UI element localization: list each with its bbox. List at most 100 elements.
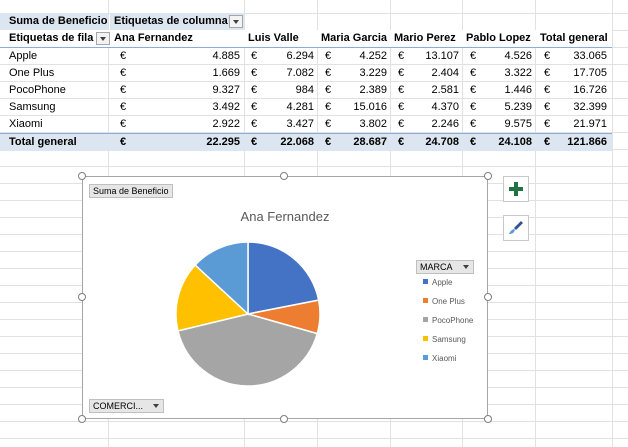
currency-symbol: €	[251, 118, 258, 130]
value-cell[interactable]: 4.252	[359, 48, 387, 65]
value-cell[interactable]: 22.295	[206, 134, 240, 151]
legend-item[interactable]: Samsung	[423, 335, 466, 344]
value-cell[interactable]: 22.068	[280, 134, 314, 151]
currency-symbol: €	[544, 136, 551, 148]
legend-item[interactable]: PocoPhone	[423, 316, 473, 325]
row-filter-dropdown[interactable]	[96, 32, 110, 45]
value-cell[interactable]: 33.065	[573, 48, 607, 65]
resize-handle-right[interactable]	[484, 293, 492, 301]
value-cell[interactable]: 9.575	[504, 116, 532, 133]
value-cell[interactable]: 24.108	[498, 134, 532, 151]
currency-symbol: €	[398, 136, 405, 148]
currency-symbol: €	[325, 136, 332, 148]
value-cell[interactable]: 17.705	[573, 65, 607, 82]
column-header[interactable]: Maria Garcia	[321, 30, 387, 47]
row-label[interactable]: Samsung	[9, 99, 55, 116]
currency-symbol: €	[120, 67, 127, 79]
row-label[interactable]: Xiaomi	[9, 116, 43, 133]
currency-symbol: €	[544, 67, 551, 79]
axis-field-button[interactable]: COMERCI...	[89, 399, 165, 413]
currency-symbol: €	[325, 67, 332, 79]
value-cell[interactable]: 1.446	[504, 82, 532, 99]
value-cell[interactable]: 4.885	[212, 48, 240, 65]
column-header[interactable]: Pablo Lopez	[466, 30, 531, 47]
row-label[interactable]: Apple	[9, 48, 37, 65]
value-cell[interactable]: 5.239	[504, 99, 532, 116]
resize-handle-bottom-right[interactable]	[484, 415, 492, 423]
row-labels-header[interactable]: Etiquetas de fila	[9, 30, 93, 47]
value-cell[interactable]: 32.399	[573, 99, 607, 116]
legend-label: Samsung	[432, 335, 466, 344]
value-cell[interactable]: 3.492	[212, 99, 240, 116]
legend-label: PocoPhone	[432, 316, 474, 325]
value-cell[interactable]: 3.802	[359, 116, 387, 133]
value-cell[interactable]: 121.866	[567, 134, 607, 151]
legend-item[interactable]: Apple	[423, 278, 452, 287]
resize-handle-bottom-left[interactable]	[78, 415, 86, 423]
value-cell[interactable]: 13.107	[425, 48, 459, 65]
row-label[interactable]: Total general	[9, 134, 77, 151]
resize-handle-top-right[interactable]	[484, 172, 492, 180]
resize-handle-top[interactable]	[280, 172, 288, 180]
value-cell[interactable]: 4.281	[286, 99, 314, 116]
value-cell[interactable]: 2.581	[431, 82, 459, 99]
row-label[interactable]: One Plus	[9, 65, 54, 82]
value-cell[interactable]: 2.389	[359, 82, 387, 99]
legend-item[interactable]: One Plus	[423, 297, 465, 306]
value-cell[interactable]: 984	[296, 82, 314, 99]
value-cell[interactable]: 4.526	[504, 48, 532, 65]
pivot-column-header-row: Etiquetas de fila Ana Fernandez Luis Val…	[0, 30, 612, 48]
currency-symbol: €	[251, 101, 258, 113]
chart-styles-button[interactable]	[503, 215, 529, 241]
legend-swatch	[423, 336, 428, 341]
column-filter-dropdown[interactable]	[229, 15, 243, 28]
resize-handle-bottom[interactable]	[280, 415, 288, 423]
value-cell[interactable]: 2.922	[212, 116, 240, 133]
currency-symbol: €	[470, 118, 477, 130]
resize-handle-left[interactable]	[78, 293, 86, 301]
currency-symbol: €	[325, 84, 332, 96]
value-cell[interactable]: 16.726	[573, 82, 607, 99]
currency-symbol: €	[120, 101, 127, 113]
plus-icon	[509, 182, 523, 196]
column-header[interactable]: Mario Perez	[394, 30, 456, 47]
legend-label: One Plus	[432, 297, 465, 306]
legend-label: Apple	[432, 278, 453, 287]
value-cell[interactable]: 3.427	[286, 116, 314, 133]
currency-symbol: €	[470, 67, 477, 79]
value-cell[interactable]: 6.294	[286, 48, 314, 65]
column-header[interactable]: Luis Valle	[248, 30, 299, 47]
value-cell[interactable]: 7.082	[286, 65, 314, 82]
currency-symbol: €	[398, 101, 405, 113]
row-label[interactable]: PocoPhone	[9, 82, 66, 99]
resize-handle-top-left[interactable]	[78, 172, 86, 180]
column-header[interactable]: Ana Fernandez	[114, 30, 193, 47]
value-cell[interactable]: 4.370	[431, 99, 459, 116]
pivot-table: Suma de Beneficio Etiquetas de columna E…	[0, 13, 612, 151]
chart-elements-button[interactable]	[503, 176, 529, 202]
value-field-label[interactable]: Suma de Beneficio	[0, 13, 108, 30]
value-cell[interactable]: 2.246	[431, 116, 459, 133]
table-row: Xiaomi €2.922 €3.427 €3.802 €2.246 €9.575 €21.…	[0, 116, 612, 133]
column-labels-header[interactable]: Etiquetas de columna	[110, 13, 245, 30]
legend-item[interactable]: Xiaomi	[423, 354, 456, 363]
value-cell[interactable]: 24.708	[425, 134, 459, 151]
value-cell[interactable]: 3.322	[504, 65, 532, 82]
value-cell[interactable]: 15.016	[353, 99, 387, 116]
table-row: Apple €4.885 €6.294 €4.252 €13.107 €4.526 €33.…	[0, 48, 612, 65]
table-row: One Plus €1.669 €7.082 €3.229 €2.404 €3.322 €1…	[0, 65, 612, 82]
column-header[interactable]: Total general	[540, 30, 608, 47]
value-cell[interactable]: 1.669	[212, 65, 240, 82]
value-cell[interactable]: 28.687	[353, 134, 387, 151]
currency-symbol: €	[470, 101, 477, 113]
value-cell[interactable]: 9.327	[212, 82, 240, 99]
value-cell[interactable]: 3.229	[359, 65, 387, 82]
pivot-chart[interactable]: Suma de Beneficio Ana Fernandez MARCA Ap…	[82, 176, 488, 419]
table-row: Samsung €3.492 €4.281 €15.016 €4.370 €5.239 €3…	[0, 99, 612, 116]
value-cell[interactable]: 2.404	[431, 65, 459, 82]
legend-field-button[interactable]: MARCA	[416, 260, 474, 274]
currency-symbol: €	[325, 118, 332, 130]
value-cell[interactable]: 21.971	[573, 116, 607, 133]
currency-symbol: €	[398, 50, 405, 62]
grid-column-line	[612, 0, 613, 447]
